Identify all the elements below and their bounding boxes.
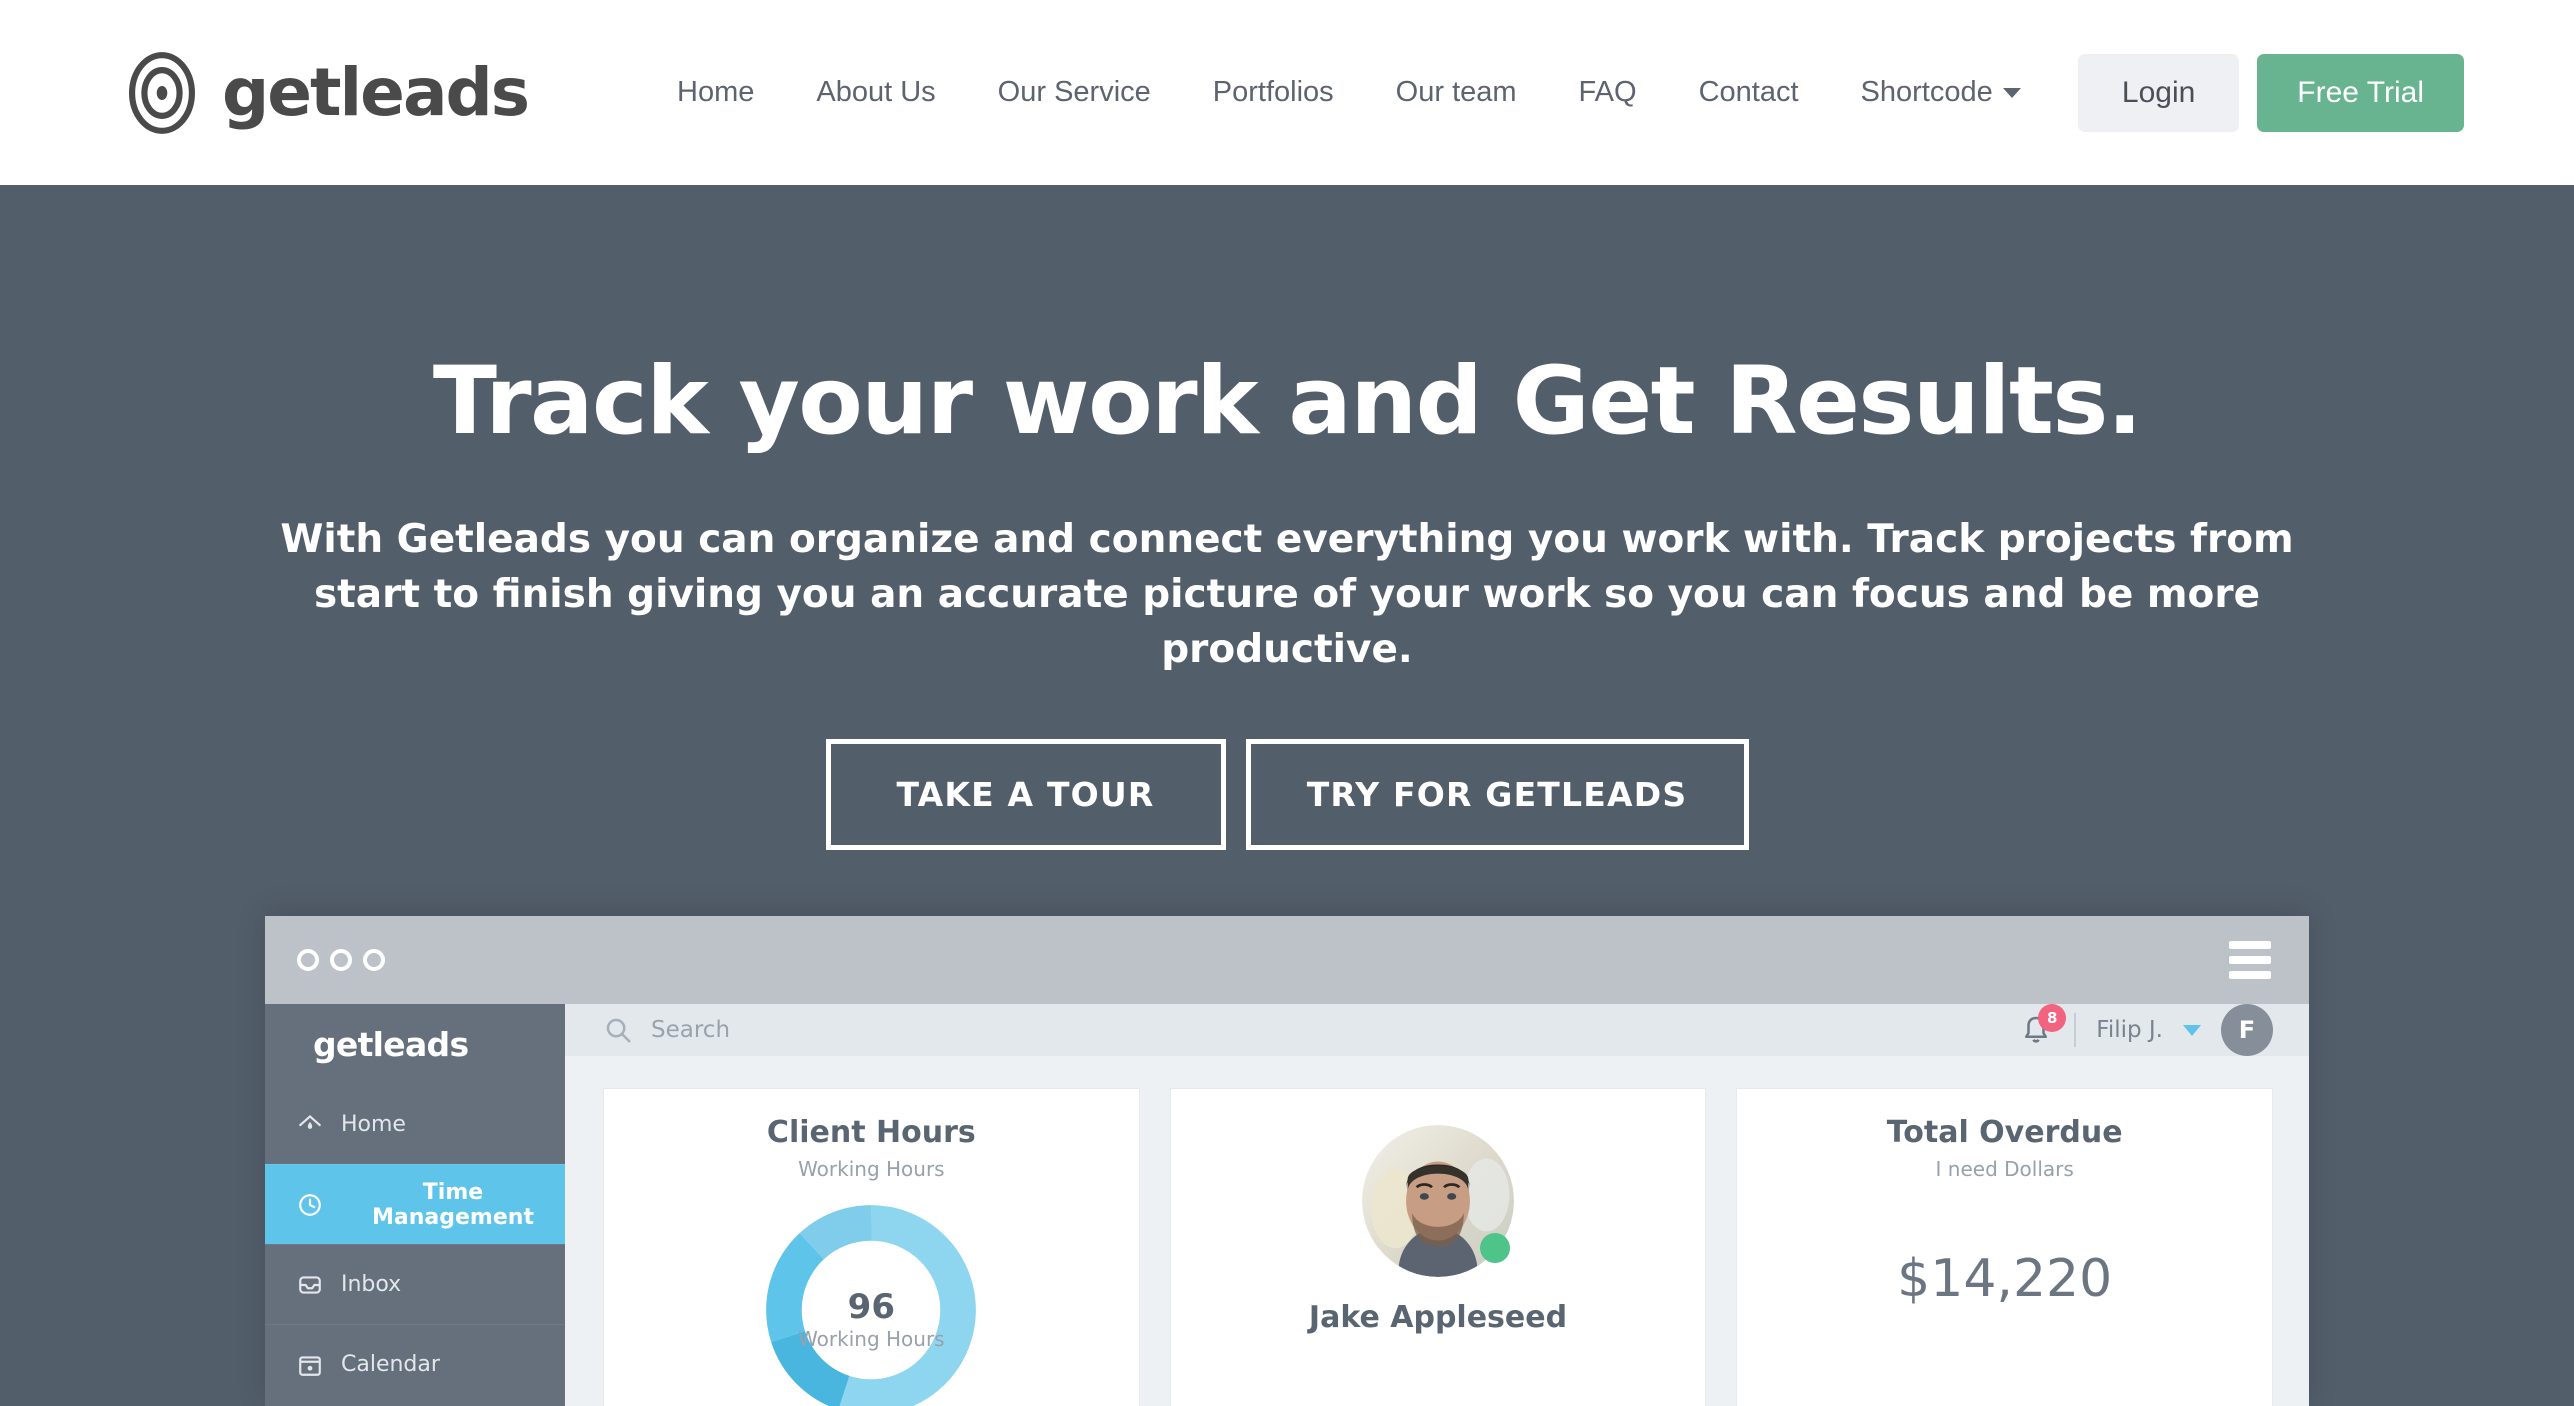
user-avatar[interactable]: F [2221, 1004, 2273, 1056]
nav-link-home[interactable]: Home [646, 76, 785, 109]
nav-link-shortcode[interactable]: Shortcode [1830, 76, 2052, 109]
card-total-overdue-subtitle: I need Dollars [1935, 1157, 2074, 1181]
window-dot-minimize[interactable] [330, 949, 352, 971]
profile-name: Jake Appleseed [1308, 1300, 1568, 1335]
nav-link-faq[interactable]: FAQ [1548, 76, 1668, 109]
nav-link-about-us[interactable]: About Us [785, 76, 966, 109]
login-button[interactable]: Login [2077, 53, 2240, 132]
chevron-down-icon [2002, 88, 2021, 99]
free-trial-button[interactable]: Free Trial [2257, 53, 2464, 132]
brand-logo[interactable]: getleads [118, 49, 530, 137]
hamburger-bar-3 [2229, 971, 2271, 979]
dashboard-logo: getleads [313, 1024, 469, 1064]
hamburger-bar-2 [2229, 956, 2271, 964]
profile-photo-wrapper [1362, 1125, 1514, 1277]
search-icon [606, 1018, 631, 1043]
total-overdue-amount: $14,220 [1897, 1249, 2113, 1309]
user-name-label: Filip J. [2096, 1017, 2163, 1043]
brand-name: getleads [222, 54, 530, 131]
nav-link-our-team[interactable]: Our team [1365, 76, 1548, 109]
try-for-getleads-button[interactable]: TRY FOR GETLEADS [1245, 738, 1749, 850]
sidebar-item-calendar[interactable]: Calendar [265, 1324, 565, 1404]
search-placeholder: Search [651, 1017, 731, 1043]
dashboard-sidebar: getleads Home Time Management Inbox Cale… [265, 1004, 565, 1406]
card-profile: Jake Appleseed [1169, 1088, 1707, 1406]
window-controls [297, 949, 385, 971]
sidebar-item-inbox[interactable]: Inbox [265, 1244, 565, 1324]
card-total-overdue-title: Total Overdue [1886, 1115, 2123, 1150]
sidebar-item-home[interactable]: Home [265, 1084, 565, 1164]
sidebar-item-time-management-label: Time Management [372, 1179, 534, 1230]
nav-link-contact[interactable]: Contact [1668, 76, 1830, 109]
card-client-hours-subtitle: Working Hours [798, 1157, 945, 1181]
donut-value: 96 [847, 1287, 895, 1327]
main-navigation: Home About Us Our Service Portfolios Our… [646, 76, 2078, 109]
hamburger-menu-icon[interactable] [2229, 941, 2271, 979]
card-total-overdue: Total Overdue I need Dollars $14,220 [1736, 1088, 2274, 1406]
mockup-body: getleads Home Time Management Inbox Cale… [265, 1004, 2309, 1406]
hero-cta-group: TAKE A TOUR TRY FOR GETLEADS [0, 738, 2574, 850]
donut-label: Working Hours [798, 1327, 945, 1351]
sidebar-item-home-label: Home [341, 1111, 406, 1137]
hero-subtitle: With Getleads you can organize and conne… [280, 516, 2294, 673]
user-menu-chevron-down-icon[interactable] [2183, 1024, 2201, 1036]
sidebar-item-inbox-label: Inbox [341, 1272, 402, 1297]
sidebar-item-calendar-label: Calendar [341, 1352, 440, 1377]
client-hours-donut-chart: 96 Working Hours [634, 1195, 1109, 1406]
dashboard-topbar: Search 8 Filip J. F [565, 1004, 2309, 1056]
online-status-dot [1480, 1233, 1510, 1263]
notification-badge: 8 [2038, 1004, 2067, 1032]
nav-link-portfolios[interactable]: Portfolios [1182, 76, 1365, 109]
take-a-tour-button[interactable]: TAKE A TOUR [825, 738, 1226, 850]
topbar-right-group: 8 Filip J. F [2018, 1004, 2273, 1056]
dashboard-cards: Client Hours Working Hours 96 Working Ho… [565, 1056, 2309, 1406]
home-icon [299, 1114, 321, 1129]
topbar-divider [2074, 1013, 2077, 1047]
top-navbar: getleads Home About Us Our Service Portf… [0, 0, 2574, 185]
nav-link-our-service[interactable]: Our Service [967, 76, 1182, 109]
mockup-titlebar [265, 916, 2309, 1004]
card-client-hours-title: Client Hours [766, 1115, 976, 1150]
hamburger-bar-1 [2229, 941, 2271, 949]
navbar-actions: Login Free Trial [2077, 53, 2464, 132]
dashboard-mockup: getleads Home Time Management Inbox Cale… [265, 916, 2309, 1406]
sidebar-item-time-management[interactable]: Time Management [265, 1164, 565, 1244]
window-dot-close[interactable] [297, 949, 319, 971]
window-dot-maximize[interactable] [363, 949, 385, 971]
calendar-icon [299, 1355, 321, 1376]
dashboard-main: Search 8 Filip J. F Client Hours Working… [565, 1004, 2309, 1406]
notifications-button[interactable]: 8 [2018, 1004, 2067, 1048]
bullseye-target-icon [129, 51, 195, 134]
nav-link-shortcode-label: Shortcode [1860, 76, 1993, 108]
search-input[interactable]: Search [603, 1015, 730, 1045]
hero-section: Track your work and Get Results. With Ge… [0, 185, 2574, 1406]
clock-icon [299, 1193, 321, 1216]
donut-center-label-group: 96 Working Hours [634, 1287, 1109, 1351]
hero-title: Track your work and Get Results. [432, 347, 2143, 456]
card-client-hours: Client Hours Working Hours 96 Working Ho… [603, 1088, 1140, 1406]
inbox-icon [299, 1275, 321, 1294]
